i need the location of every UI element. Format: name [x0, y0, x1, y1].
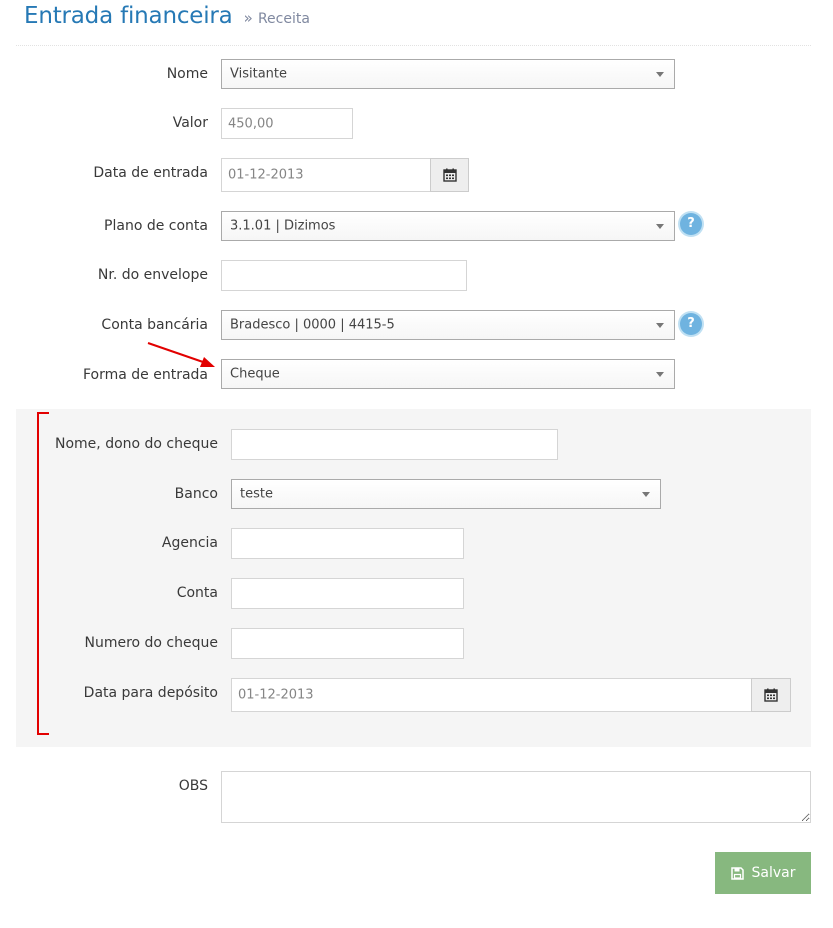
- calendar-icon: [442, 168, 457, 182]
- calendar-icon: [764, 688, 778, 702]
- page-header: Entrada financeira » Receita: [24, 3, 310, 29]
- plano-conta-label: Plano de conta: [104, 218, 208, 234]
- forma-entrada-select[interactable]: Cheque: [221, 359, 675, 389]
- page-title: Entrada financeira: [24, 3, 233, 29]
- banco-label: Banco: [174, 486, 218, 502]
- forma-entrada-value: Cheque: [230, 366, 280, 382]
- conta-bancaria-help-icon[interactable]: ?: [680, 313, 702, 335]
- nr-envelope-label: Nr. do envelope: [97, 267, 208, 283]
- forma-entrada-label: Forma de entrada: [82, 367, 208, 383]
- data-deposito-calendar-button[interactable]: [751, 678, 791, 712]
- annotation-bracket: [37, 412, 49, 735]
- data-entrada-calendar-button[interactable]: [430, 158, 469, 192]
- conta-bancaria-label: Conta bancária: [101, 317, 208, 333]
- valor-input[interactable]: 450,00: [221, 108, 353, 139]
- banco-select[interactable]: teste: [231, 479, 661, 509]
- data-deposito-value: 01-12-2013: [238, 687, 314, 703]
- conta-label: Conta: [176, 585, 218, 601]
- nome-select[interactable]: Visitante: [221, 59, 675, 89]
- cheque-dono-label: Nome, dono do cheque: [55, 436, 218, 452]
- plano-conta-select[interactable]: 3.1.01 | Dizimos: [221, 211, 675, 241]
- floppy-disk-icon: [730, 866, 744, 880]
- agencia-label: Agencia: [161, 535, 218, 551]
- valor-label: Valor: [172, 115, 208, 131]
- nome-select-value: Visitante: [230, 66, 288, 82]
- plano-conta-help-icon[interactable]: ?: [680, 213, 702, 235]
- nome-label: Nome: [166, 66, 208, 82]
- header-divider: [16, 45, 811, 46]
- chevron-down-icon: [656, 72, 664, 77]
- chevron-down-icon: [656, 372, 664, 377]
- obs-label: OBS: [178, 778, 208, 794]
- conta-input[interactable]: [231, 578, 464, 609]
- obs-textarea[interactable]: [221, 771, 811, 823]
- data-deposito-input[interactable]: 01-12-2013: [231, 678, 752, 712]
- numero-cheque-label: Numero do cheque: [84, 635, 218, 651]
- plano-conta-value: 3.1.01 | Dizimos: [230, 218, 336, 234]
- agencia-input[interactable]: [231, 528, 464, 559]
- chevron-down-icon: [656, 224, 664, 229]
- page-subtitle: Receita: [257, 11, 310, 27]
- conta-bancaria-value: Bradesco | 0000 | 4415-5: [230, 317, 395, 333]
- data-entrada-input[interactable]: 01-12-2013: [221, 158, 431, 192]
- valor-input-value: 450,00: [228, 116, 274, 131]
- data-entrada-value: 01-12-2013: [228, 167, 304, 183]
- cheque-dono-input[interactable]: [231, 429, 558, 460]
- data-deposito-label: Data para depósito: [83, 685, 218, 701]
- chevron-down-icon: [656, 323, 664, 328]
- save-button-label: Salvar: [751, 865, 796, 881]
- chevron-down-icon: [642, 492, 650, 497]
- banco-value: teste: [240, 486, 273, 502]
- data-entrada-label: Data de entrada: [93, 165, 208, 181]
- numero-cheque-input[interactable]: [231, 628, 464, 659]
- conta-bancaria-select[interactable]: Bradesco | 0000 | 4415-5: [221, 310, 675, 340]
- nr-envelope-input[interactable]: [221, 260, 467, 291]
- save-button[interactable]: Salvar: [715, 852, 811, 894]
- breadcrumb-separator: »: [243, 9, 253, 27]
